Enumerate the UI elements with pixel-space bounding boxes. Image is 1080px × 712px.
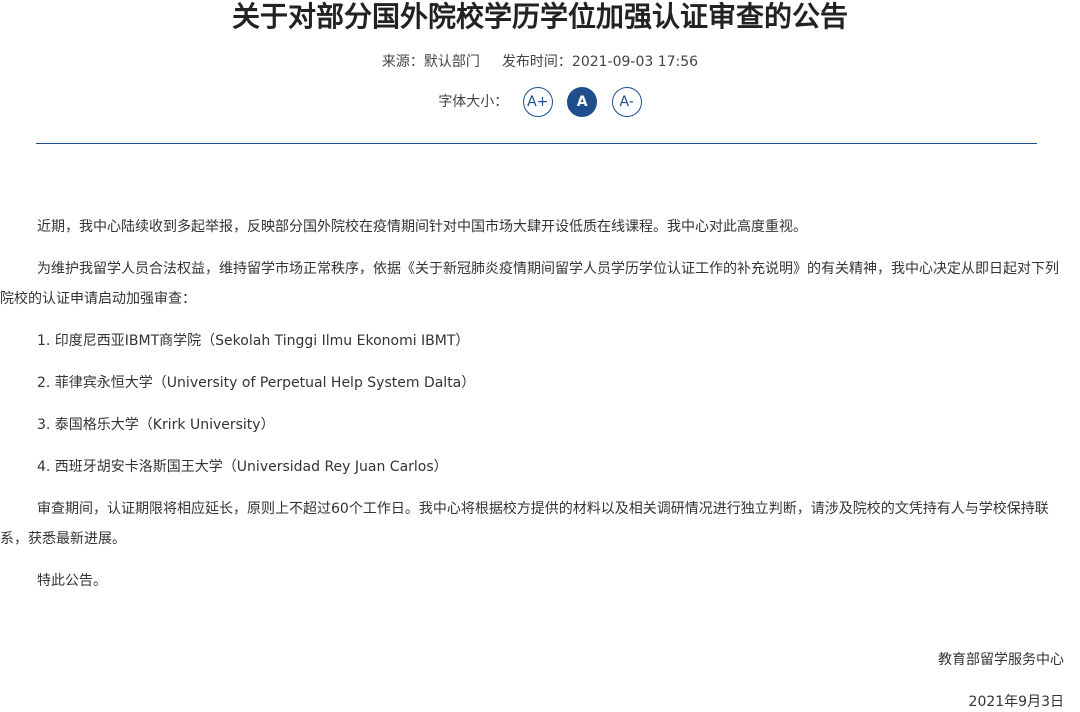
font-size-normal-button[interactable]: A bbox=[567, 87, 598, 117]
paragraph-closing: 特此公告。 bbox=[37, 573, 107, 589]
header-divider bbox=[36, 143, 1037, 144]
paragraph-intro: 近期，我中心陆续收到多起举报，反映部分国外院校在疫情期间针对中国市场大肆开设低质… bbox=[37, 219, 807, 235]
signature-organization: 教育部留学服务中心 bbox=[938, 652, 1064, 668]
publish-time: 2021-09-03 17:56 bbox=[571, 54, 699, 70]
list-item: 2. 菲律宾永恒大学（University of Perpetual Help … bbox=[37, 375, 476, 391]
font-size-controls: 字体大小： A+ A A- bbox=[0, 87, 1080, 117]
source-value: 默认部门 bbox=[423, 54, 480, 70]
paragraph-review-period: 审查期间，认证期限将相应延长，原则上不超过60个工作日。我中心将根据校方提供的材… bbox=[0, 501, 1049, 547]
list-item: 4. 西班牙胡安卡洛斯国王大学（Universidad Rey Juan Car… bbox=[37, 459, 448, 475]
font-size-increase-button[interactable]: A+ bbox=[522, 87, 553, 117]
list-item: 3. 泰国格乐大学（Krirk University） bbox=[37, 417, 275, 433]
publish-label: 发布时间： bbox=[501, 54, 572, 70]
page-title: 关于对部分国外院校学历学位加强认证审查的公告 bbox=[231, 0, 848, 33]
font-size-label: 字体大小： bbox=[438, 94, 509, 110]
list-item: 1. 印度尼西亚IBMT商学院（Sekolah Tinggi Ilmu Ekon… bbox=[37, 333, 470, 349]
article-meta: 来源：默认部门 发布时间：2021-09-03 17:56 bbox=[0, 52, 1080, 72]
source-label: 来源： bbox=[381, 54, 424, 70]
font-size-decrease-button[interactable]: A- bbox=[611, 87, 642, 117]
article-body: 近期，我中心陆续收到多起举报，反映部分国外院校在疫情期间针对中国市场大肆开设低质… bbox=[0, 212, 1068, 608]
signature-date: 2021年9月3日 bbox=[968, 694, 1064, 710]
paragraph-decision: 为维护我留学人员合法权益，维持留学市场正常秩序，依据《关于新冠肺炎疫情期间留学人… bbox=[0, 261, 1059, 307]
